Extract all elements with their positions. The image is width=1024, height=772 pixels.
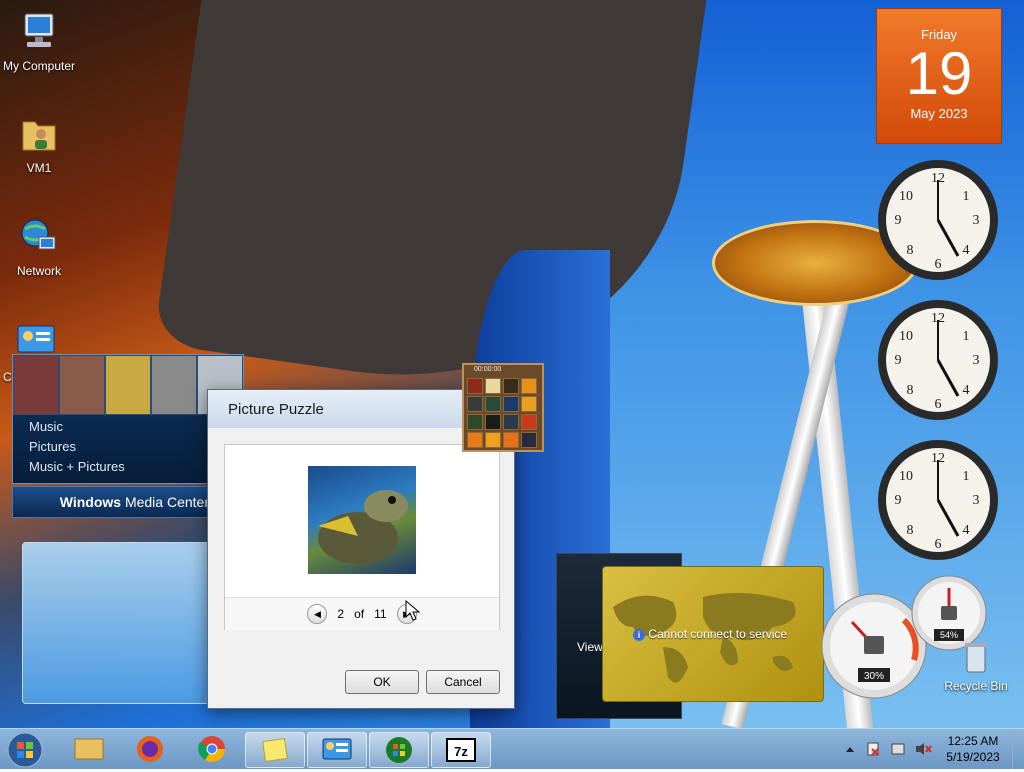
media-center-menu-item[interactable]: Music: [29, 417, 125, 437]
dialog-picture-area: ◀ 2 of 11 ▶: [224, 444, 500, 630]
svg-text:4: 4: [963, 243, 970, 258]
taskbar-windows-media-center[interactable]: [369, 732, 429, 768]
volume-icon: [916, 743, 924, 755]
svg-text:1: 1: [963, 469, 970, 484]
user-folder-icon: [22, 121, 56, 151]
dialog-pager: ◀ 2 of 11 ▶: [225, 597, 499, 630]
pager-of: of: [354, 607, 365, 621]
svg-text:8: 8: [907, 383, 914, 398]
media-center-brand-bold: Windows: [59, 494, 122, 510]
memory-percent: 54%: [940, 630, 958, 640]
taskbar-file-explorer[interactable]: [60, 732, 118, 766]
svg-text:1: 1: [963, 189, 970, 204]
media-center-menu-item[interactable]: Music + Pictures: [29, 457, 125, 477]
recycle-bin-icon: [965, 643, 987, 673]
desktop-icon-label: Network: [16, 264, 61, 278]
media-center-brand-rest: Media Center: [121, 494, 209, 510]
clock-time: 12:25 AM: [947, 734, 999, 748]
calendar-day-number: 19: [905, 40, 973, 107]
clock-gadget[interactable]: 1213 468 910: [876, 298, 1000, 422]
taskbar-7zip[interactable]: 7z: [431, 732, 491, 768]
desktop-icon-label: VM1: [26, 161, 52, 175]
turtle-image-icon: [318, 490, 408, 564]
svg-text:4: 4: [963, 523, 970, 538]
desktop-icon-my-computer[interactable]: My Computer: [1, 10, 77, 73]
system-tray: [846, 742, 932, 756]
desktop-icon-label: Recycle Bin: [944, 679, 1008, 693]
firefox-icon: [137, 736, 163, 762]
svg-text:9: 9: [895, 213, 902, 228]
calendar-month-year: May 2023: [910, 106, 968, 121]
svg-text:10: 10: [899, 329, 913, 344]
clock-gadget[interactable]: 1213 468 910: [876, 158, 1000, 282]
side-panel-label: View: [577, 640, 603, 654]
weather-gadget[interactable]: i Cannot connect to service: [602, 566, 824, 702]
desktop-icon-recycle-bin[interactable]: Recycle Bin: [938, 640, 1014, 693]
svg-text:6: 6: [935, 397, 942, 412]
start-button[interactable]: [6, 731, 44, 769]
svg-text:3: 3: [973, 353, 980, 368]
svg-text:3: 3: [973, 213, 980, 228]
puzzle-timer: 00:00:00: [474, 366, 502, 373]
network-icon: [21, 219, 56, 250]
pager-total: 11: [374, 607, 387, 621]
svg-text:6: 6: [935, 257, 942, 272]
computer-icon: [24, 13, 54, 47]
taskbar-firefox[interactable]: [121, 732, 179, 766]
ok-button[interactable]: OK: [345, 670, 419, 694]
file-explorer-icon: [74, 738, 104, 760]
svg-text:3: 3: [973, 493, 980, 508]
svg-text:10: 10: [899, 469, 913, 484]
previous-icon[interactable]: ◀: [307, 604, 328, 624]
svg-text:4: 4: [963, 383, 970, 398]
network-status-icon: [891, 743, 905, 755]
taskbar: 7z 12:25 AM 5/19/2023: [0, 728, 1024, 769]
svg-text:8: 8: [907, 523, 914, 538]
clock-gadget[interactable]: 1213 468 910: [876, 438, 1000, 562]
turtle-picture: [308, 466, 416, 574]
desktop-icon-network[interactable]: Network: [1, 215, 77, 278]
clock-date: 5/19/2023: [946, 750, 1000, 764]
pager-current: 2: [337, 607, 345, 621]
sticky-notes-icon: [262, 738, 288, 762]
svg-text:7z: 7z: [454, 744, 468, 759]
gadgets-icon: [322, 738, 352, 760]
media-center-menu: Music Pictures Music + Pictures: [29, 417, 125, 477]
taskbar-sticky-notes[interactable]: [245, 732, 305, 768]
7zip-icon: 7z: [446, 738, 476, 762]
cpu-percent: 30%: [864, 671, 884, 682]
desktop: My Computer VM1 Network C Music Pictures…: [0, 0, 1024, 728]
calendar-gadget[interactable]: Friday 19 May 2023: [876, 8, 1002, 144]
desktop-icon-label: C: [3, 370, 12, 384]
weather-status: i Cannot connect to service: [633, 627, 787, 641]
svg-text:8: 8: [907, 243, 914, 258]
svg-text:9: 9: [895, 353, 902, 368]
gadget-preview-panel[interactable]: [22, 542, 210, 704]
desktop-icon-vm1[interactable]: VM1: [1, 112, 77, 175]
svg-text:1: 1: [963, 329, 970, 344]
cancel-button[interactable]: Cancel: [426, 670, 500, 694]
svg-text:6: 6: [935, 537, 942, 552]
show-hidden-icons-icon: [846, 747, 854, 752]
desktop-icon-label: My Computer: [2, 59, 76, 73]
taskbar-chrome[interactable]: [183, 732, 241, 766]
taskbar-gadgets[interactable]: [307, 732, 367, 768]
chrome-icon: [198, 736, 226, 763]
svg-text:9: 9: [895, 493, 902, 508]
weather-message: Cannot connect to service: [648, 627, 788, 641]
mouse-cursor-icon: [405, 600, 421, 621]
media-center-title-bar[interactable]: Windows Media Center: [12, 486, 222, 518]
show-desktop-button[interactable]: [1012, 729, 1024, 769]
svg-text:10: 10: [899, 189, 913, 204]
media-center-menu-item[interactable]: Pictures: [29, 437, 125, 457]
picture-puzzle-gadget[interactable]: 00:00:00: [462, 363, 544, 452]
windows-media-center-icon: [386, 737, 412, 763]
taskbar-clock[interactable]: 12:25 AM 5/19/2023: [943, 733, 1003, 765]
info-icon: i: [633, 629, 645, 641]
puzzle-grid: [464, 375, 542, 451]
